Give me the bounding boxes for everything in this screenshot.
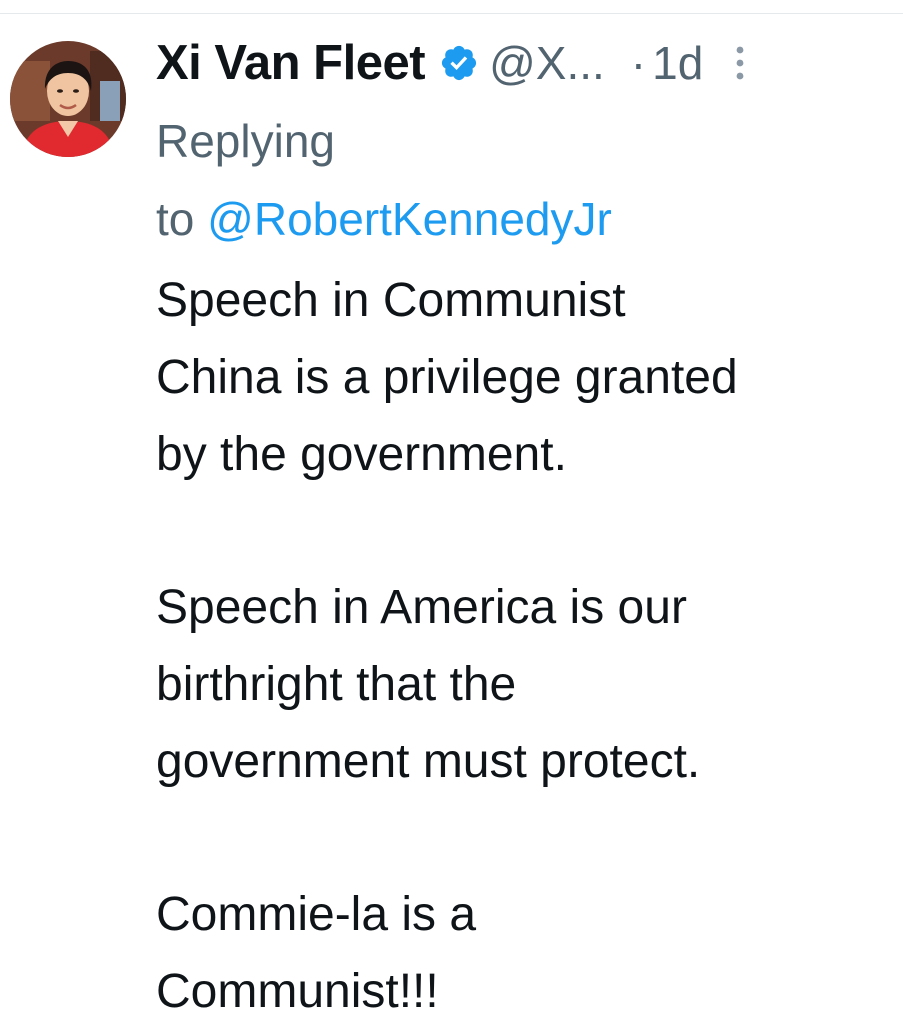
text-line: government must protect. <box>156 735 701 788</box>
separator-dot: · <box>630 37 647 89</box>
paragraph-2: Speech in America is our birthright that… <box>156 569 896 800</box>
text-line: Communist!!! <box>156 965 439 1018</box>
author-handle[interactable]: @X... <box>489 36 605 90</box>
replying-to-line: to @RobertKennedyJr <box>156 180 896 258</box>
author-name[interactable]: Xi Van Fleet <box>156 35 426 91</box>
top-divider <box>0 13 903 14</box>
replying-to-word: to <box>156 193 195 245</box>
text-line: Commie-la is a <box>156 888 477 941</box>
text-line: birthright that the <box>156 658 517 711</box>
paragraph-3: Commie-la is a Communist!!! <box>156 876 896 1030</box>
text-line: Speech in Communist <box>156 274 626 327</box>
tweet: Xi Van Fleet @X... · 1d Replying to @Rob… <box>156 30 896 1030</box>
tweet-header: Xi Van Fleet @X... · 1d <box>156 30 896 96</box>
more-options-icon[interactable] <box>733 41 747 85</box>
paragraph-1: Speech in Communist China is a privilege… <box>156 262 896 493</box>
verified-badge-icon[interactable] <box>439 43 479 83</box>
avatar-image <box>10 41 126 157</box>
timestamp[interactable]: 1d <box>652 36 703 90</box>
replying-to-mention[interactable]: @RobertKennedyJr <box>207 193 612 245</box>
text-line: by the government. <box>156 428 567 481</box>
text-line: China is a privilege granted <box>156 351 738 404</box>
avatar[interactable] <box>10 41 126 157</box>
tweet-text: Speech in Communist China is a privilege… <box>156 262 896 1030</box>
replying-label: Replying <box>156 115 335 167</box>
replying-to: Replying to @RobertKennedyJr <box>156 102 896 258</box>
text-line: Speech in America is our <box>156 581 687 634</box>
